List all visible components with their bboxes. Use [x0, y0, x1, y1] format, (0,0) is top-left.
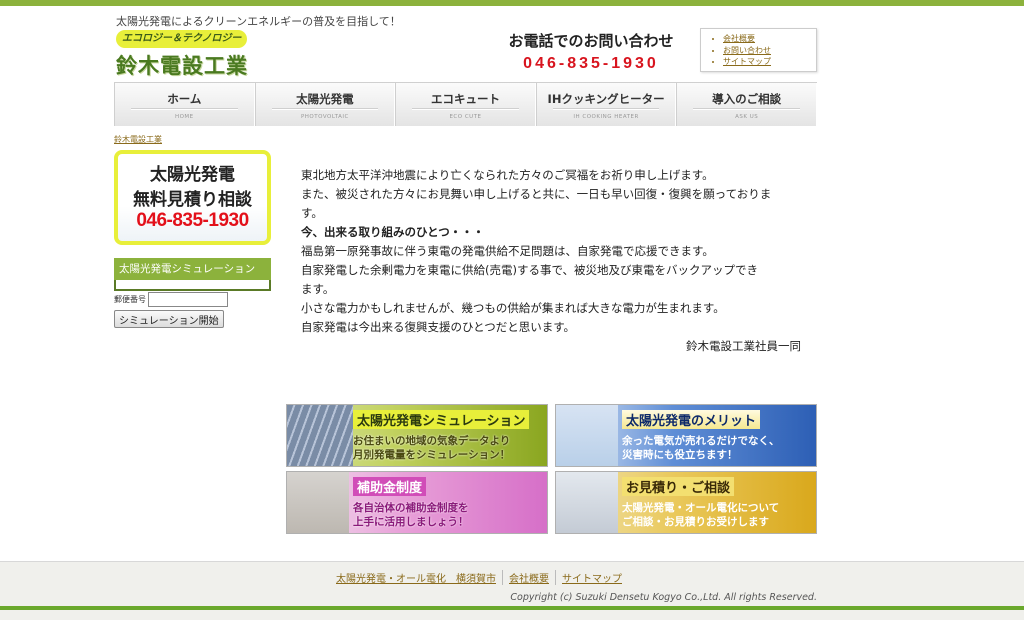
tile-estimate[interactable]: お見積り・ご相談 太陽光発電・オール電化について ご相談・お見積りお受けします — [555, 471, 817, 534]
article-signature: 鈴木電設工業社員一同 — [686, 339, 801, 353]
simulation-bar — [114, 280, 271, 291]
nav-label: ホーム — [167, 92, 202, 106]
link-inquiry[interactable]: お問い合わせ — [723, 45, 808, 57]
tile-subsidy[interactable]: 補助金制度 各自治体の補助金制度を 上手に活用しましょう！ — [286, 471, 548, 534]
tile-title: 補助金制度 — [353, 477, 427, 496]
article-text: 東北地方太平洋沖地震により亡くなられた方々のご冥福をお祈り申し上げます。 — [301, 168, 714, 182]
zip-row: 郵便番号 — [114, 292, 271, 307]
site-tagline: 太陽光発電によるクリーンエネルギーの普及を目指して！ — [116, 16, 401, 28]
nav-photovoltaic[interactable]: 太陽光発電 PHOTOVOLTAIC — [254, 83, 396, 126]
footer-links: 太陽光発電・オール電化 横須賀市 会社概要 サイトマップ — [330, 570, 628, 585]
contact-label: お電話でのお問い合わせ — [508, 33, 674, 50]
nav-label: エコキュート — [430, 92, 500, 106]
phone-contact: お電話でのお問い合わせ 046-835-1930 — [496, 30, 686, 73]
solar-panel-image — [287, 405, 353, 466]
tile-desc-line: 災害時にも役立ちます！ — [622, 449, 738, 461]
page-footer: 太陽光発電・オール電化 横須賀市 会社概要 サイトマップ Copyright (… — [0, 561, 1024, 620]
tile-simulation[interactable]: 太陽光発電シミュレーション お住まいの地域の気象データより 月別発電量をシミュレ… — [286, 404, 548, 467]
tile-description: 余った電気が売れるだけでなく、 災害時にも役立ちます！ — [622, 434, 780, 462]
nav-sublabel: ECO CUTE — [449, 114, 482, 120]
header-links: 会社概要 お問い合わせ サイトマップ — [700, 28, 817, 72]
footer-link-home[interactable]: 太陽光発電・オール電化 横須賀市 — [330, 570, 503, 585]
main-article: 東北地方太平洋沖地震により亡くなられた方々のご冥福をお祈り申し上げます。 また、… — [301, 166, 811, 356]
tile-merits[interactable]: 太陽光発電のメリット 余った電気が売れるだけでなく、 災害時にも役立ちます！ — [555, 404, 817, 467]
banner-title: 太陽光発電 — [150, 165, 235, 185]
nav-ih-cooking-heater[interactable]: IHクッキングヒーター IH COOKING HEATER — [535, 83, 677, 126]
link-company-overview[interactable]: 会社概要 — [723, 33, 808, 45]
tile-desc-line: 月別発電量をシミュレーション！ — [353, 449, 511, 461]
nav-divider — [693, 108, 800, 110]
tile-title: 太陽光発電シミュレーション — [353, 410, 530, 429]
feature-tiles: 太陽光発電シミュレーション お住まいの地域の気象データより 月別発電量をシミュレ… — [286, 404, 818, 534]
logo-subtitle: エコロジー＆テクノロジー — [116, 30, 248, 48]
tile-desc-line: 各自治体の補助金制度を — [353, 502, 469, 514]
nav-sublabel: HOME — [174, 114, 194, 120]
tile-desc-line: 余った電気が売れるだけでなく、 — [622, 435, 780, 447]
tile-title: お見積り・ご相談 — [622, 477, 735, 496]
breadcrumb[interactable]: 鈴木電設工業 — [114, 134, 162, 145]
copyright-notice: Copyright (c) Suzuki Densetu Kogyo Co.,L… — [510, 592, 817, 603]
nav-divider — [131, 108, 238, 110]
nav-ask-us[interactable]: 導入のご相談 ASK US — [676, 83, 817, 126]
nav-sublabel: ASK US — [735, 114, 759, 120]
nav-divider — [552, 108, 660, 110]
banner-subtitle: 無料見積り相談 — [133, 190, 252, 210]
article-text: 自家発電は今出来る復興支援のひとつだと思います。 — [301, 320, 576, 334]
simulation-widget: 太陽光発電シミュレーション 郵便番号 シミュレーション開始 — [114, 258, 271, 328]
tile-title: 太陽光発電のメリット — [622, 410, 761, 429]
article-text: ます。 — [301, 282, 335, 296]
heart-hands-image — [287, 472, 349, 533]
nav-label: 太陽光発電 — [296, 92, 354, 106]
nav-eco-cute[interactable]: エコキュート ECO CUTE — [395, 83, 536, 126]
tile-description: 太陽光発電・オール電化について ご相談・お見積りお受けします — [622, 501, 779, 529]
logo-company-name: 鈴木電設工業 — [116, 53, 248, 78]
footer-link-sitemap[interactable]: サイトマップ — [556, 570, 628, 585]
contact-phone-number: 046-835-1930 — [523, 55, 659, 72]
free-estimate-banner[interactable]: 太陽光発電 無料見積り相談 046-835-1930 — [114, 150, 271, 245]
power-company-illustration — [556, 405, 618, 466]
banner-phone: 046-835-1930 — [136, 210, 249, 231]
nav-home[interactable]: ホーム HOME — [114, 83, 255, 126]
site-logo[interactable]: エコロジー＆テクノロジー 鈴木電設工業 — [114, 30, 256, 78]
footer-link-company-overview[interactable]: 会社概要 — [503, 570, 556, 585]
nav-label: 導入のご相談 — [712, 92, 782, 106]
article-text: 福島第一原発事故に伴う東電の発電供給不足問題は、自家発電で応援できます。 — [301, 244, 714, 258]
tile-desc-line: 太陽光発電・オール電化について — [622, 502, 780, 514]
nav-label: IHクッキングヒーター — [547, 92, 665, 106]
top-accent-bar — [0, 0, 1024, 6]
tile-desc-line: 上手に活用しましょう！ — [353, 516, 469, 528]
article-text: す。 — [301, 206, 323, 220]
footer-accent-bar — [0, 606, 1024, 610]
calculator-image — [556, 472, 618, 533]
link-sitemap[interactable]: サイトマップ — [723, 56, 808, 68]
tile-desc-line: ご相談・お見積りお受けします — [622, 516, 769, 528]
zip-code-input[interactable] — [148, 292, 228, 307]
nav-sublabel: IH COOKING HEATER — [573, 114, 639, 120]
nav-divider — [412, 108, 519, 110]
zip-label: 郵便番号 — [114, 295, 146, 304]
simulation-title: 太陽光発電シミュレーション — [114, 258, 271, 280]
tile-desc-line: お住まいの地域の気象データより — [353, 435, 511, 447]
start-simulation-button[interactable]: シミュレーション開始 — [114, 310, 224, 328]
article-heading: 今、出来る取り組みのひとつ・・・ — [301, 225, 485, 239]
nav-divider — [271, 108, 379, 110]
article-text: また、被災された方々にお見舞い申し上げると共に、一日も早い回復・復興を願っており… — [301, 187, 772, 201]
nav-sublabel: PHOTOVOLTAIC — [300, 114, 349, 120]
main-navigation: ホーム HOME 太陽光発電 PHOTOVOLTAIC エコキュート ECO C… — [114, 82, 817, 126]
tile-description: お住まいの地域の気象データより 月別発電量をシミュレーション！ — [353, 434, 510, 462]
article-text: 小さな電力かもしれませんが、幾つもの供給が集まれば大きな電力が生まれます。 — [301, 301, 725, 315]
tile-description: 各自治体の補助金制度を 上手に活用しましょう！ — [353, 501, 469, 529]
article-text: 自家発電した余剰電力を東電に供給(売電)する事で、被災地及び東電をバックアップで… — [301, 263, 759, 277]
